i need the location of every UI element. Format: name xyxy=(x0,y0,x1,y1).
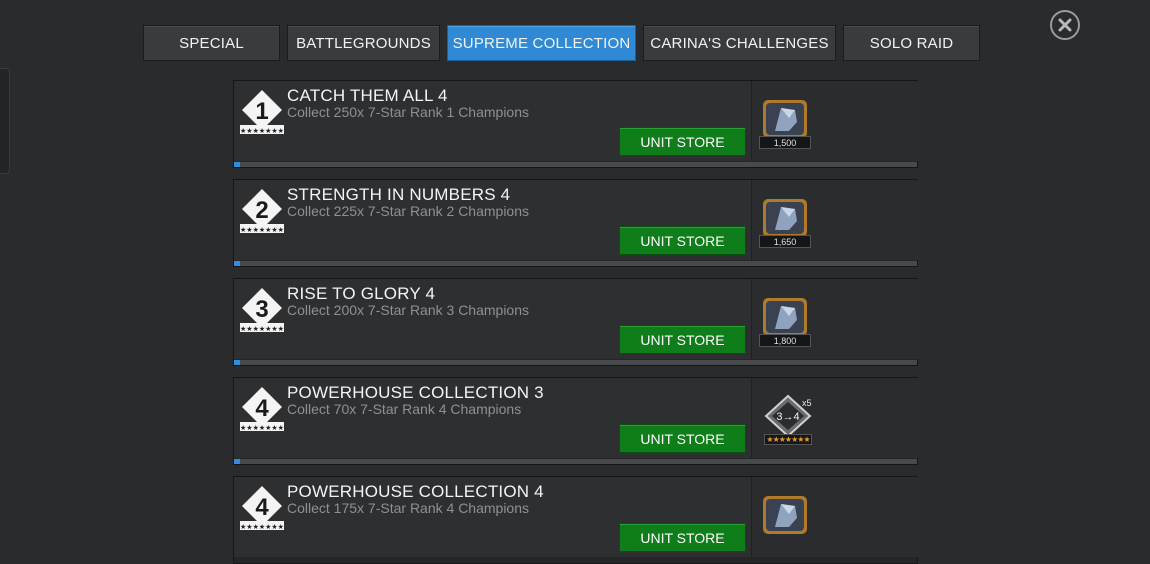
objective-description: Collect 200x 7-Star Rank 3 Champions xyxy=(287,302,530,318)
reward-slot[interactable]: 1,500 xyxy=(751,81,918,161)
close-icon xyxy=(1058,18,1072,32)
objective-title: POWERHOUSE COLLECTION 3 xyxy=(287,383,544,402)
unit-store-button[interactable]: UNIT STORE xyxy=(619,127,746,156)
badge-stars: ★★★★★★★ xyxy=(240,424,284,432)
tab-bar: SPECIAL BATTLEGROUNDS SUPREME COLLECTION… xyxy=(0,25,1150,63)
close-button[interactable] xyxy=(1050,10,1080,40)
reward-slot[interactable] xyxy=(751,477,918,557)
reward-amount: 1,800 xyxy=(759,334,811,347)
objective-info: 4 ★★★★★★★ POWERHOUSE COLLECTION 3 Collec… xyxy=(234,378,751,458)
reward-stars: ★★★★★★★ xyxy=(764,434,812,445)
objective-card: 3 ★★★★★★★ RISE TO GLORY 4 Collect 200x 7… xyxy=(233,278,918,366)
reward-slot[interactable]: 1,650 xyxy=(751,180,918,260)
unit-store-button[interactable]: UNIT STORE xyxy=(619,325,746,354)
progress-fill xyxy=(234,360,240,365)
badge-stars: ★★★★★★★ xyxy=(240,523,284,531)
objective-title: STRENGTH IN NUMBERS 4 xyxy=(287,185,511,204)
badge-number: 3 xyxy=(255,296,268,323)
objective-title: RISE TO GLORY 4 xyxy=(287,284,436,303)
objective-card: 1 ★★★★★★★ CATCH THEM ALL 4 Collect 250x … xyxy=(233,80,918,168)
tab-carinas-challenges[interactable]: CARINA'S CHALLENGES xyxy=(643,25,836,61)
objective-info: 4 ★★★★★★★ POWERHOUSE COLLECTION 4 Collec… xyxy=(234,477,751,557)
diamond-number-badge-icon: 3 ★★★★★★★ xyxy=(240,288,284,333)
badge-stars: ★★★★★★★ xyxy=(240,127,284,135)
tab-solo-raid[interactable]: SOLO RAID xyxy=(843,25,980,61)
diamond-number-badge-icon: 4 ★★★★★★★ xyxy=(240,486,284,531)
diamond-number-badge-icon: 1 ★★★★★★★ xyxy=(240,90,284,135)
objective-card: 4 ★★★★★★★ POWERHOUSE COLLECTION 4 Collec… xyxy=(233,476,918,564)
objective-description: Collect 70x 7-Star Rank 4 Champions xyxy=(287,401,522,417)
badge-stars: ★★★★★★★ xyxy=(240,325,284,333)
reward-slot[interactable]: 3→4 x5 ★★★★★★★ xyxy=(751,378,918,458)
reward-multiplier: x5 xyxy=(802,398,812,408)
badge-number: 4 xyxy=(255,494,269,521)
objective-description: Collect 225x 7-Star Rank 2 Champions xyxy=(287,203,530,219)
rank-up-label: 3→4 xyxy=(776,411,799,423)
progress-fill xyxy=(234,162,240,167)
unit-store-button[interactable]: UNIT STORE xyxy=(619,226,746,255)
tab-supreme-collection[interactable]: SUPREME COLLECTION xyxy=(447,25,636,61)
unit-store-button[interactable]: UNIT STORE xyxy=(619,523,746,552)
objective-title: POWERHOUSE COLLECTION 4 xyxy=(287,482,544,501)
progress-fill xyxy=(234,459,240,464)
crystal-shard-icon xyxy=(763,496,807,534)
objective-description: Collect 175x 7-Star Rank 4 Champions xyxy=(287,500,530,516)
objective-title: CATCH THEM ALL 4 xyxy=(287,86,448,105)
badge-number: 2 xyxy=(255,197,268,224)
side-panel-edge xyxy=(0,68,10,174)
objective-progress-bar xyxy=(234,261,917,266)
badge-number: 1 xyxy=(255,98,268,125)
tab-special[interactable]: SPECIAL xyxy=(143,25,280,61)
diamond-number-badge-icon: 2 ★★★★★★★ xyxy=(240,189,284,234)
badge-number: 4 xyxy=(255,395,269,422)
diamond-number-badge-icon: 4 ★★★★★★★ xyxy=(240,387,284,432)
tab-battlegrounds[interactable]: BATTLEGROUNDS xyxy=(287,25,440,61)
objective-card: 4 ★★★★★★★ POWERHOUSE COLLECTION 3 Collec… xyxy=(233,377,918,465)
objective-info: 2 ★★★★★★★ STRENGTH IN NUMBERS 4 Collect … xyxy=(234,180,751,260)
reward-amount: 1,500 xyxy=(759,136,811,149)
unit-store-button[interactable]: UNIT STORE xyxy=(619,424,746,453)
reward-slot[interactable]: 1,800 xyxy=(751,279,918,359)
objective-progress-bar xyxy=(234,360,917,365)
objective-info: 1 ★★★★★★★ CATCH THEM ALL 4 Collect 250x … xyxy=(234,81,751,161)
badge-stars: ★★★★★★★ xyxy=(240,226,284,234)
reward-amount: 1,650 xyxy=(759,235,811,248)
objective-description: Collect 250x 7-Star Rank 1 Champions xyxy=(287,104,530,120)
objective-info: 3 ★★★★★★★ RISE TO GLORY 4 Collect 200x 7… xyxy=(234,279,751,359)
progress-fill xyxy=(234,261,240,266)
objective-card: 2 ★★★★★★★ STRENGTH IN NUMBERS 4 Collect … xyxy=(233,179,918,267)
objective-progress-bar xyxy=(234,459,917,464)
objective-progress-bar xyxy=(234,162,917,167)
